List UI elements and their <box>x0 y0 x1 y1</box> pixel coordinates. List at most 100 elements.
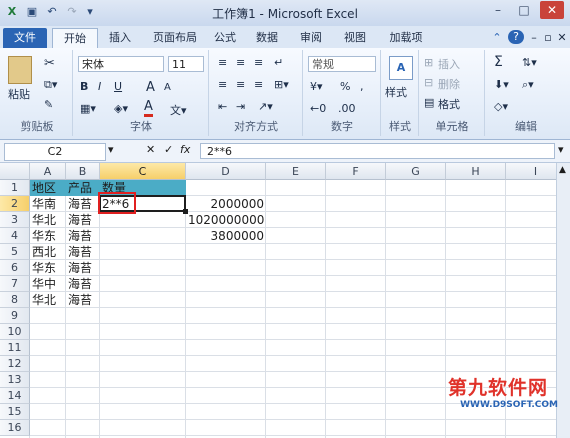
row-header-16[interactable]: 16 <box>0 420 30 436</box>
vertical-scrollbar[interactable]: ▲ <box>556 163 570 438</box>
format-cells-button[interactable]: 格式 <box>438 96 460 112</box>
header-cell-product[interactable]: 产品 <box>66 180 100 196</box>
column-header-h[interactable]: H <box>446 163 506 180</box>
percent-button[interactable]: % <box>340 80 350 93</box>
delete-cells-icon[interactable]: ⊟ <box>424 76 433 89</box>
align-bottom-icon[interactable]: ≡ <box>254 56 263 69</box>
format-painter-icon[interactable]: ✎ <box>44 98 53 111</box>
row-header-12[interactable]: 12 <box>0 356 30 372</box>
align-middle-icon[interactable]: ≡ <box>236 56 245 69</box>
fill-handle[interactable] <box>183 209 188 214</box>
paste-button[interactable]: 粘贴 <box>8 86 30 102</box>
tab-insert[interactable]: 插入 <box>100 28 140 48</box>
increase-decimal-icon[interactable]: ←0 <box>310 102 326 115</box>
styles-icon[interactable]: A <box>389 56 413 80</box>
column-header-c[interactable]: C <box>100 163 186 180</box>
underline-button[interactable]: U <box>114 80 122 93</box>
shrink-font-button[interactable]: A <box>164 82 171 93</box>
close-button[interactable]: ✕ <box>540 1 564 19</box>
align-center-icon[interactable]: ≡ <box>236 78 245 91</box>
tab-addins[interactable]: 加载项 <box>382 28 430 48</box>
decrease-decimal-icon[interactable]: .00 <box>338 102 356 115</box>
enter-icon[interactable]: ✓ <box>164 143 173 156</box>
column-header-i[interactable]: I <box>506 163 556 180</box>
sort-filter-icon[interactable]: ⇅▾ <box>522 56 537 69</box>
expand-formula-bar-icon[interactable]: ▾ <box>558 143 564 156</box>
row-header-7[interactable]: 7 <box>0 276 30 292</box>
row-header-14[interactable]: 14 <box>0 388 30 404</box>
increase-indent-icon[interactable]: ⇥ <box>236 100 245 113</box>
align-top-icon[interactable]: ≡ <box>218 56 227 69</box>
insert-function-button[interactable]: fx <box>180 143 190 156</box>
tab-home[interactable]: 开始 <box>52 28 98 49</box>
select-all-corner[interactable] <box>0 163 30 180</box>
row-header-10[interactable]: 10 <box>0 324 30 340</box>
row-header-5[interactable]: 5 <box>0 244 30 260</box>
data-cell[interactable]: 西北 <box>30 244 66 260</box>
merge-center-icon[interactable]: ⊞▾ <box>274 78 289 91</box>
column-header-a[interactable]: A <box>30 163 66 180</box>
data-cell[interactable]: 华北 <box>30 292 66 308</box>
data-cell[interactable]: 海苔 <box>66 244 100 260</box>
phonetic-icon[interactable]: 文▾ <box>170 102 187 118</box>
column-header-d[interactable]: D <box>186 163 266 180</box>
row-header-2[interactable]: 2 <box>0 196 30 212</box>
column-header-g[interactable]: G <box>386 163 446 180</box>
font-color-button[interactable]: A <box>144 100 153 117</box>
clear-icon[interactable]: ◇▾ <box>494 100 508 113</box>
accounting-format-icon[interactable]: ¥▾ <box>310 80 323 93</box>
row-header-4[interactable]: 4 <box>0 228 30 244</box>
formula-input[interactable]: 2**6 <box>200 143 555 159</box>
header-cell-region[interactable]: 地区 <box>30 180 66 196</box>
data-cell[interactable]: 海苔 <box>66 260 100 276</box>
scroll-up-icon[interactable]: ▲ <box>559 165 566 175</box>
row-header-11[interactable]: 11 <box>0 340 30 356</box>
numeric-cell[interactable]: 2000000 <box>186 196 266 212</box>
tab-file[interactable]: 文件 <box>3 28 47 48</box>
grow-font-button[interactable]: A <box>146 80 155 95</box>
data-cell[interactable]: 华中 <box>30 276 66 292</box>
insert-cells-button[interactable]: 插入 <box>438 56 460 72</box>
tab-formulas[interactable]: 公式 <box>208 28 242 48</box>
numeric-cell[interactable]: 3800000 <box>186 228 266 244</box>
data-cell[interactable]: 华东 <box>30 260 66 276</box>
row-header-3[interactable]: 3 <box>0 212 30 228</box>
tab-page-layout[interactable]: 页面布局 <box>144 28 206 48</box>
align-right-icon[interactable]: ≡ <box>254 78 263 91</box>
data-cell[interactable]: 海苔 <box>66 276 100 292</box>
tab-view[interactable]: 视图 <box>338 28 372 48</box>
number-format-combo[interactable]: 常规 <box>308 56 376 72</box>
font-name-combo[interactable]: 宋体 <box>78 56 164 72</box>
column-header-b[interactable]: B <box>66 163 100 180</box>
tab-review[interactable]: 审阅 <box>294 28 328 48</box>
italic-button[interactable]: I <box>98 80 101 93</box>
data-cell[interactable]: 华东 <box>30 228 66 244</box>
copy-icon[interactable]: ⧉▾ <box>44 78 57 92</box>
comma-button[interactable]: , <box>360 80 364 93</box>
fill-icon[interactable]: ⬇▾ <box>494 78 509 91</box>
wrap-text-icon[interactable]: ↵ <box>274 56 283 69</box>
numeric-cell[interactable]: 1020000000 <box>186 212 266 228</box>
orientation-icon[interactable]: ↗▾ <box>258 100 273 113</box>
find-select-icon[interactable]: ⌕▾ <box>522 78 534 92</box>
data-cell[interactable]: 海苔 <box>66 212 100 228</box>
minimize-button[interactable]: – <box>486 1 510 19</box>
styles-button[interactable]: 样式 <box>385 84 407 100</box>
name-box-dropdown-icon[interactable]: ▾ <box>108 143 114 156</box>
workbook-restore-icon[interactable]: ▫ <box>542 28 554 48</box>
cancel-icon[interactable]: ✕ <box>146 143 155 156</box>
workbook-minimize-icon[interactable]: – <box>528 28 540 48</box>
align-left-icon[interactable]: ≡ <box>218 78 227 91</box>
font-size-combo[interactable]: 11 <box>168 56 204 72</box>
row-header-13[interactable]: 13 <box>0 372 30 388</box>
row-header-1[interactable]: 1 <box>0 180 30 196</box>
borders-icon[interactable]: ▦▾ <box>80 102 96 115</box>
row-header-8[interactable]: 8 <box>0 292 30 308</box>
insert-cells-icon[interactable]: ⊞ <box>424 56 433 69</box>
data-cell[interactable]: 华南 <box>30 196 66 212</box>
bold-button[interactable]: B <box>80 80 88 93</box>
format-cells-icon[interactable]: ▤ <box>424 96 434 109</box>
data-cell[interactable]: 海苔 <box>66 228 100 244</box>
tab-data[interactable]: 数据 <box>250 28 284 48</box>
data-cell[interactable]: 海苔 <box>66 196 100 212</box>
